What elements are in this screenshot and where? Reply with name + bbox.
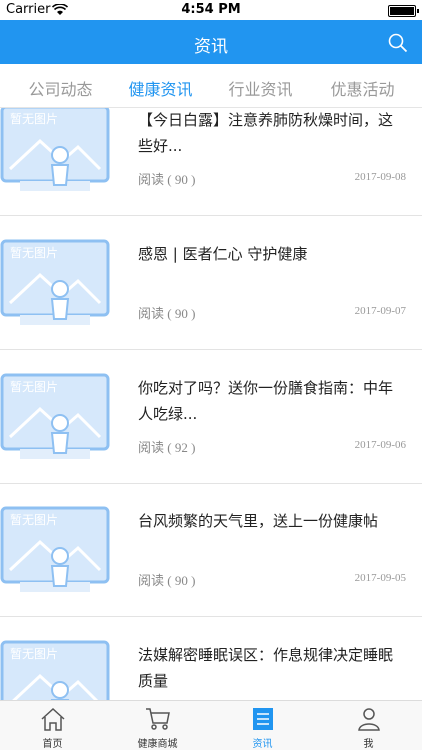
svg-text:暂无图片: 暂无图片 (10, 246, 58, 260)
tabbar-label: 健康商城 (137, 739, 178, 750)
tabbar-label: 我 (363, 739, 374, 750)
tab-company-news[interactable]: 公司动态 (8, 76, 113, 100)
article-title: 你吃对了吗？送你一份膳食指南：中年人吃绿... (138, 379, 394, 423)
list-item[interactable]: 暂无图片 你吃对了吗？送你一份膳食指南：中年人吃绿... 阅读 ( 92 ) 2… (0, 351, 422, 484)
read-count: 阅读 ( 90 ) (138, 573, 196, 588)
read-count: 阅读 ( 90 ) (138, 172, 196, 187)
person-icon (358, 708, 380, 731)
list-item[interactable]: 暂无图片 法媒解密睡眠误区：作息规律决定睡眠质量 (0, 618, 422, 700)
publish-date: 2017-09-05 (354, 572, 406, 584)
cart-icon (146, 708, 170, 730)
placeholder-image-icon: 暂无图片 (0, 506, 110, 592)
tabbar-label: 资讯 (252, 739, 273, 750)
svg-text:暂无图片: 暂无图片 (10, 380, 58, 394)
placeholder-image-icon: 暂无图片 (0, 373, 110, 459)
list-item[interactable]: 暂无图片 【今日白露】注意养肺防秋燥时间，这些好... 阅读 ( 90 ) 20… (0, 108, 422, 216)
article-list: 暂无图片 【今日白露】注意养肺防秋燥时间，这些好... 阅读 ( 90 ) 20… (0, 108, 422, 700)
home-icon (41, 707, 65, 731)
status-bar: Carrier 4:54 PM (0, 0, 422, 20)
tabbar-news[interactable]: 资讯 (210, 701, 315, 751)
tab-promotions[interactable]: 优惠活动 (310, 76, 415, 100)
battery-icon (388, 5, 419, 17)
svg-text:暂无图片: 暂无图片 (10, 513, 58, 527)
read-count: 阅读 ( 92 ) (138, 440, 196, 455)
tabbar-shop[interactable]: 健康商城 (105, 701, 210, 751)
article-title: 法媒解密睡眠误区：作息规律决定睡眠质量 (138, 646, 394, 690)
list-item[interactable]: 暂无图片 台风频繁的天气里，送上一份健康帖 阅读 ( 90 ) 2017-09-… (0, 484, 422, 617)
tab-health-news[interactable]: 健康资讯 (108, 76, 213, 100)
category-tabs: 公司动态 健康资讯 行业资讯 优惠活动 (0, 64, 422, 108)
bottom-tab-bar: 首页 健康商城 资讯 我 (0, 700, 422, 750)
tabbar-me[interactable]: 我 (316, 701, 421, 751)
read-count: 阅读 ( 90 ) (138, 306, 196, 321)
article-title: 【今日白露】注意养肺防秋燥时间，这些好... (138, 111, 394, 155)
svg-text:暂无图片: 暂无图片 (10, 112, 58, 126)
placeholder-image-icon: 暂无图片 (0, 239, 110, 325)
article-title: 感恩 | 医者仁心 守护健康 (138, 245, 308, 263)
publish-date: 2017-09-08 (354, 171, 406, 183)
page-title: 资讯 (194, 37, 228, 57)
placeholder-image-icon: 暂无图片 (0, 640, 110, 700)
article-title: 台风频繁的天气里，送上一份健康帖 (138, 512, 379, 530)
svg-text:暂无图片: 暂无图片 (10, 647, 58, 661)
clock: 4:54 PM (181, 2, 241, 17)
tab-industry-news[interactable]: 行业资讯 (208, 76, 313, 100)
tabbar-label: 首页 (42, 739, 63, 750)
tabbar-home[interactable]: 首页 (0, 701, 105, 751)
search-icon[interactable] (388, 33, 408, 53)
nav-bar: 资讯 (0, 20, 422, 64)
list-item[interactable]: 暂无图片 感恩 | 医者仁心 守护健康 阅读 ( 90 ) 2017-09-07 (0, 217, 422, 350)
publish-date: 2017-09-07 (354, 305, 406, 317)
placeholder-image-icon: 暂无图片 (0, 108, 110, 191)
publish-date: 2017-09-06 (354, 439, 406, 451)
news-icon (253, 708, 273, 730)
